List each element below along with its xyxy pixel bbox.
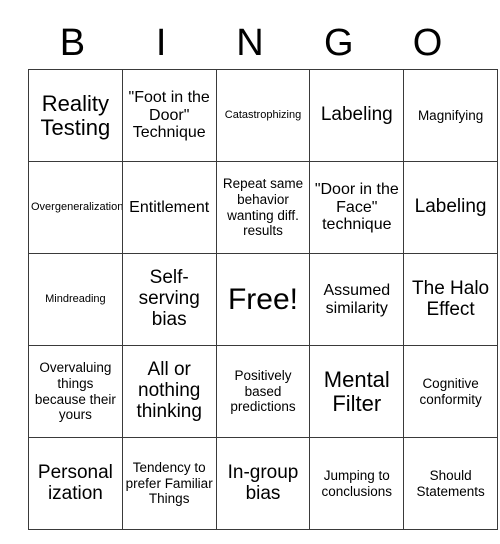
- bingo-cell[interactable]: Positively based predictions: [215, 345, 311, 438]
- bingo-cell-label: Should Statements: [416, 467, 485, 499]
- bingo-row: Mindreading Self-serving bias Free! Assumed…: [28, 253, 498, 346]
- bingo-cell-label: Labeling: [414, 196, 487, 218]
- bingo-cell[interactable]: Personal ization: [28, 437, 123, 530]
- bingo-cell[interactable]: Cognitive conformity: [403, 345, 498, 438]
- bingo-cell[interactable]: Labeling: [309, 69, 405, 162]
- bingo-row: Personal ization Tendency to prefer Famil…: [28, 437, 498, 530]
- bingo-cell[interactable]: Tendency to prefer Familiar Things: [121, 437, 217, 530]
- bingo-cell[interactable]: Assumed similarity: [309, 253, 405, 346]
- bingo-cell[interactable]: Reality Testing: [28, 69, 123, 162]
- bingo-cell-label: Cognitive conformity: [419, 375, 482, 407]
- bingo-cell-free[interactable]: Free!: [215, 253, 311, 346]
- bingo-header-letter-o: O: [412, 21, 443, 64]
- bingo-cell[interactable]: Mental Filter: [309, 345, 405, 438]
- bingo-cell[interactable]: Magnifying: [403, 69, 498, 162]
- bingo-cell[interactable]: Should Statements: [403, 437, 498, 530]
- bingo-cell-label: Free!: [227, 282, 298, 316]
- bingo-cell[interactable]: Mindreading: [28, 253, 123, 346]
- bingo-cell-label: "Door in the Face" technique: [314, 180, 399, 234]
- bingo-cell[interactable]: Self-serving bias: [121, 253, 217, 346]
- bingo-cell[interactable]: "Door in the Face" technique: [309, 161, 405, 254]
- bingo-cell-label: Personal ization: [37, 461, 113, 504]
- bingo-cell-label: Overgeneralization: [31, 201, 123, 214]
- bingo-cell[interactable]: Overgeneralization: [28, 161, 123, 254]
- bingo-cell-label: In-group bias: [227, 461, 299, 504]
- bingo-cell-label: "Foot in the Door" Technique: [128, 88, 210, 142]
- bingo-cell-label: The Halo Effect: [412, 277, 490, 320]
- bingo-cell-label: Catastrophizing: [224, 109, 302, 122]
- bingo-header-row: BINGO: [28, 16, 472, 69]
- bingo-cell-label: Mindreading: [45, 293, 106, 306]
- bingo-cell[interactable]: "Foot in the Door" Technique: [121, 69, 217, 162]
- bingo-cell-label: Assumed similarity: [323, 281, 391, 317]
- bingo-cell[interactable]: Entitlement: [121, 161, 217, 254]
- bingo-cell-label: Reality Testing: [40, 91, 111, 140]
- bingo-cell[interactable]: Repeat same behavior wanting diff. resul…: [215, 161, 311, 254]
- bingo-row: Reality Testing "Foot in the Door" Techni…: [28, 69, 498, 162]
- bingo-row: Overgeneralization Entitlement Repeat same…: [28, 161, 498, 254]
- bingo-cell-label: Jumping to conclusions: [321, 467, 393, 499]
- bingo-cell-label: Labeling: [320, 104, 393, 126]
- bingo-cell-label: All or nothing thinking: [136, 359, 202, 422]
- bingo-cell[interactable]: Catastrophizing: [215, 69, 311, 162]
- bingo-grid: Reality Testing "Foot in the Door" Techni…: [28, 69, 498, 530]
- bingo-grid-body: Reality Testing "Foot in the Door" Techni…: [28, 69, 498, 530]
- bingo-cell-label: Repeat same behavior wanting diff. resul…: [222, 176, 304, 239]
- bingo-cell-label: Positively based predictions: [230, 368, 296, 415]
- bingo-cell[interactable]: Jumping to conclusions: [309, 437, 405, 530]
- bingo-card: B I N G O Reality Testing "Foot in the Door" …: [28, 16, 498, 530]
- bingo-row: Overvaluing things because their yours Al…: [28, 345, 498, 438]
- bingo-header-letter-i: I: [155, 21, 167, 64]
- bingo-header-letter-b: B: [59, 21, 86, 64]
- bingo-cell[interactable]: All or nothing thinking: [121, 345, 217, 438]
- bingo-cell-label: Self-serving bias: [138, 267, 200, 330]
- bingo-header-letter-n: N: [236, 21, 264, 64]
- bingo-cell-label: Mental Filter: [323, 367, 390, 416]
- bingo-cell-label: Magnifying: [417, 107, 484, 123]
- bingo-header-letter-g: G: [324, 21, 354, 64]
- bingo-cell-label: Tendency to prefer Familiar Things: [125, 460, 213, 507]
- bingo-cell[interactable]: The Halo Effect: [403, 253, 498, 346]
- bingo-cell[interactable]: In-group bias: [215, 437, 311, 530]
- bingo-cell[interactable]: Overvaluing things because their yours: [28, 345, 123, 438]
- bingo-cell-label: Overvaluing things because their yours: [34, 360, 116, 423]
- bingo-cell-label: Entitlement: [129, 198, 210, 216]
- bingo-cell[interactable]: Labeling: [403, 161, 498, 254]
